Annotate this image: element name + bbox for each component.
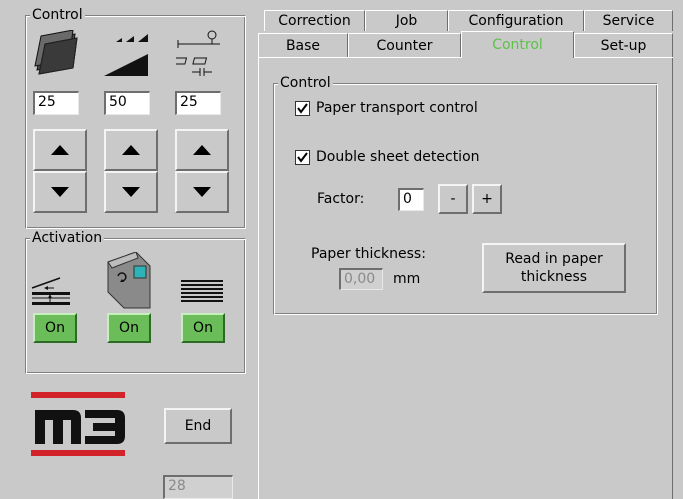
control-3-up-button[interactable] (175, 129, 229, 171)
sheet-thickness-ramp-icon (102, 32, 150, 78)
sheet-distance-icon (172, 30, 222, 78)
tab-base[interactable]: Base (258, 33, 348, 57)
read-paper-thickness-label: Read in paper thickness (505, 251, 603, 285)
read-paper-thickness-button[interactable]: Read in paper thickness (482, 243, 626, 293)
tab-configuration[interactable]: Configuration (448, 10, 584, 31)
control-1-down-button[interactable] (33, 171, 87, 213)
tab-counter[interactable]: Counter (348, 33, 461, 57)
control-1-up-button[interactable] (33, 129, 87, 171)
sheet-feeder-icon (30, 276, 72, 306)
checkmark-icon (297, 151, 308, 163)
control-2-up-button[interactable] (104, 129, 158, 171)
tab-correction[interactable]: Correction (264, 10, 365, 31)
activation-on-button-1[interactable]: On (33, 313, 77, 343)
tab-row-back: Correction Job Configuration Service (264, 10, 673, 31)
control-group-title: Control (30, 7, 85, 23)
tab-job[interactable]: Job (365, 10, 448, 31)
arrow-up-icon (51, 145, 69, 155)
m3-logo (31, 392, 126, 458)
sheet-stack-output-icon (181, 280, 223, 302)
counter-display: 28 (163, 475, 233, 499)
factor-minus-button[interactable]: - (438, 184, 468, 214)
double-sheet-label: Double sheet detection (316, 149, 480, 165)
paper-thickness-value: 0,00 (339, 268, 383, 290)
arrow-down-icon (122, 187, 140, 197)
double-sheet-checkbox-row[interactable]: Double sheet detection (295, 148, 480, 166)
arrow-down-icon (193, 187, 211, 197)
paper-stack-icon (33, 29, 79, 76)
paper-transport-label: Paper transport control (316, 100, 478, 116)
arrow-up-icon (193, 145, 211, 155)
tab-row-front: Base Counter Control Set-up (258, 31, 673, 58)
arrow-down-icon (51, 187, 69, 197)
double-sheet-checkbox[interactable] (295, 149, 310, 165)
factor-input[interactable]: 0 (398, 188, 424, 211)
paper-transport-checkbox[interactable] (295, 100, 310, 116)
folding-unit-icon (106, 251, 152, 310)
factor-plus-button[interactable]: + (472, 184, 502, 214)
tab-control[interactable]: Control (461, 31, 574, 58)
tab-service[interactable]: Service (584, 10, 673, 31)
checkmark-icon (297, 102, 308, 114)
activation-on-button-3[interactable]: On (181, 313, 225, 343)
control-2-down-button[interactable] (104, 171, 158, 213)
arrow-up-icon (122, 145, 140, 155)
control-3-down-button[interactable] (175, 171, 229, 213)
tab-set-up[interactable]: Set-up (574, 33, 673, 57)
paper-thickness-label: Paper thickness: (311, 246, 426, 262)
end-button[interactable]: End (164, 408, 232, 444)
control-value-3[interactable]: 25 (175, 91, 221, 115)
control-settings-title: Control (278, 75, 333, 91)
activation-group-title: Activation (30, 230, 105, 246)
tab-panel-top-line-left (258, 57, 461, 58)
paper-transport-checkbox-row[interactable]: Paper transport control (295, 99, 478, 117)
factor-label: Factor: (317, 191, 365, 207)
tab-panel-top-line-right (574, 57, 673, 58)
control-value-2[interactable]: 50 (104, 91, 150, 115)
paper-thickness-unit: mm (393, 271, 421, 287)
control-value-1[interactable]: 25 (33, 91, 79, 115)
activation-on-button-2[interactable]: On (107, 313, 151, 343)
